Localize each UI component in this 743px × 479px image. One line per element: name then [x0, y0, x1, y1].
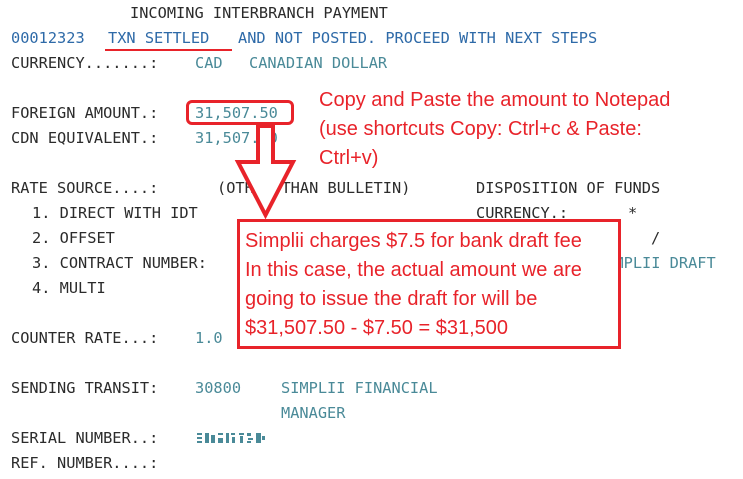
copy-note-line: Copy and Paste the amount to Notepad	[319, 89, 671, 111]
copy-note-line: Ctrl+v)	[319, 147, 379, 169]
fee-note-line: In this case, the actual amount we are	[245, 259, 582, 281]
fee-note-line: Simplii charges $7.5 for bank draft fee	[245, 230, 582, 252]
fee-callout: Simplii charges $7.5 for bank draft fee …	[237, 219, 621, 349]
fee-note-line: going to issue the draft for will be	[245, 288, 538, 310]
fee-note-line: $31,507.50 - $7.50 = $31,500	[245, 317, 509, 339]
copy-note-line: (use shortcuts Copy: Ctrl+c & Paste:	[319, 118, 642, 140]
